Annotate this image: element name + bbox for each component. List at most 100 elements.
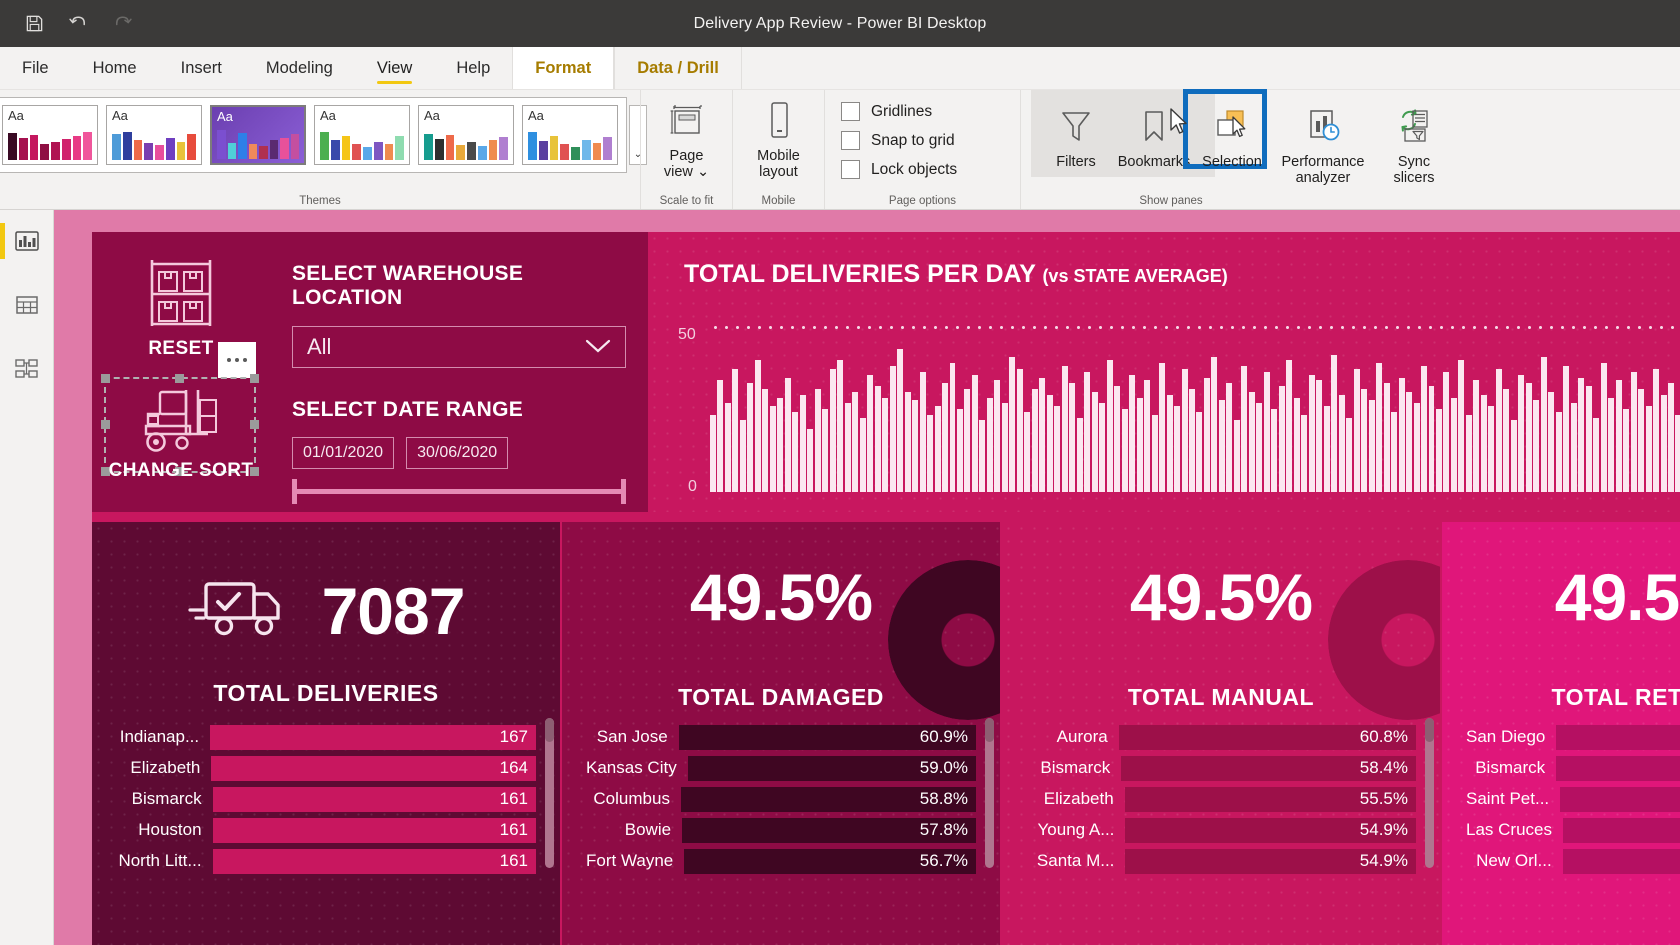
- tab-file[interactable]: File: [0, 47, 71, 89]
- bar-list-row[interactable]: Las Cruces: [1466, 815, 1680, 845]
- performance-analyzer-button[interactable]: Performance analyzer: [1271, 96, 1375, 186]
- chart-bar: [1353, 368, 1360, 492]
- page-view-button[interactable]: Page view ⌄: [648, 90, 726, 180]
- chart-bar: [1503, 388, 1510, 492]
- bar-list-row[interactable]: Indianap... 167: [116, 722, 536, 752]
- bar-row-bar: [1562, 817, 1680, 843]
- theme-card[interactable]: Aa: [106, 105, 202, 165]
- bar-list-row[interactable]: Bowie 57.8%: [586, 815, 976, 845]
- scrollbar-thumb[interactable]: [985, 718, 994, 742]
- deliveries-per-day-chart[interactable]: TOTAL DELIVERIES PER DAY (vs STATE AVERA…: [648, 232, 1680, 512]
- total-deliveries-card[interactable]: 7087 TOTAL DELIVERIES Indianap... 167 Elizab…: [92, 522, 560, 945]
- ribbon-group-show-panes: Filters Bookmarks Selection Performance …: [1020, 89, 1435, 209]
- gridlines-checkbox[interactable]: [841, 102, 860, 121]
- chart-bar: [1645, 406, 1652, 492]
- selection-label: Selection: [1202, 154, 1262, 170]
- gridlines-checkbox-row[interactable]: Gridlines: [841, 102, 957, 121]
- bookmarks-pane-button[interactable]: Bookmarks: [1115, 89, 1267, 170]
- bar-list-scrollbar[interactable]: [1425, 718, 1434, 868]
- change-sort-button[interactable]: CHANGE SORT: [106, 382, 256, 482]
- date-range-inputs: 01/01/2020 30/06/2020: [292, 437, 626, 469]
- chart-bar: [1203, 377, 1210, 492]
- scrollbar-thumb[interactable]: [545, 718, 554, 742]
- report-view-icon[interactable]: [0, 220, 49, 262]
- kpi-bar-list[interactable]: Indianap... 167 Elizabeth 164 Bismarck 161 Hou…: [92, 722, 560, 877]
- date-end-input[interactable]: 30/06/2020: [406, 437, 509, 469]
- bar-list-scrollbar[interactable]: [545, 718, 554, 868]
- lock-objects-checkbox[interactable]: [841, 160, 860, 179]
- total-returned-card[interactable]: 49.5 TOTAL RET San Diego Bismarck Saint Pet.…: [1442, 522, 1680, 945]
- bar-list-row[interactable]: Bismarck 161: [116, 784, 536, 814]
- bar-list-row[interactable]: Kansas City 59.0%: [586, 753, 976, 783]
- chevron-down-icon[interactable]: ⌄: [697, 164, 709, 180]
- bar-list-scrollbar[interactable]: [985, 718, 994, 868]
- chart-bar: [1099, 403, 1106, 492]
- kpi-bar-list[interactable]: Aurora 60.8% Bismarck 58.4% Elizabeth 55.5% Yo…: [1002, 722, 1440, 877]
- mobile-layout-button[interactable]: Mobile layout: [740, 90, 818, 180]
- theme-card[interactable]: Aa: [2, 105, 98, 165]
- model-view-icon[interactable]: [5, 348, 49, 390]
- theme-card-selected[interactable]: Aa: [210, 105, 306, 165]
- total-damaged-card[interactable]: 49.5% TOTAL DAMAGED San Jose 60.9% Kansas Ci…: [562, 522, 1000, 945]
- total-manual-card[interactable]: 49.5% TOTAL MANUAL Aurora 60.8% Bismarck 58.4…: [1002, 522, 1440, 945]
- bar-list-row[interactable]: Bismarck: [1466, 753, 1680, 783]
- data-view-icon[interactable]: [5, 284, 49, 326]
- tab-insert[interactable]: Insert: [159, 47, 244, 89]
- snap-to-grid-checkbox[interactable]: [841, 131, 860, 150]
- bar-list-row[interactable]: Fort Wayne 56.7%: [586, 846, 976, 876]
- lock-objects-checkbox-row[interactable]: Lock objects: [841, 160, 957, 179]
- slider-handle-left[interactable]: [292, 479, 297, 504]
- bar-list-row[interactable]: San Diego: [1466, 722, 1680, 752]
- save-icon[interactable]: [22, 12, 46, 36]
- bar-list-row[interactable]: Columbus 58.8%: [586, 784, 976, 814]
- slider-handle-right[interactable]: [621, 479, 626, 504]
- kpi-bar-list[interactable]: San Diego Bismarck Saint Pet... Las Cruces N…: [1442, 722, 1680, 877]
- bar-list-row[interactable]: Elizabeth 55.5%: [1026, 784, 1416, 814]
- snap-to-grid-checkbox-row[interactable]: Snap to grid: [841, 131, 957, 150]
- tab-format[interactable]: Format: [512, 47, 615, 89]
- warehouse-dropdown[interactable]: All: [292, 326, 626, 368]
- chevron-down-icon[interactable]: [585, 334, 611, 360]
- undo-icon[interactable]: [66, 12, 90, 36]
- sync-slicers-button[interactable]: Sync slicers: [1375, 96, 1453, 186]
- visual-more-options-button[interactable]: [218, 342, 256, 378]
- kpi-bar-list[interactable]: San Jose 60.9% Kansas City 59.0% Columbus 58.…: [562, 722, 1000, 877]
- tab-view[interactable]: View: [355, 47, 434, 89]
- scrollbar-thumb[interactable]: [1425, 718, 1434, 742]
- bar-list-row[interactable]: Houston 161: [116, 815, 536, 845]
- bar-list-row[interactable]: Young A... 54.9%: [1026, 815, 1416, 845]
- bar-list-row[interactable]: Santa M... 54.9%: [1026, 846, 1416, 876]
- selection-pane-button[interactable]: Selection: [1193, 96, 1271, 170]
- filters-pane-button[interactable]: Filters: [1037, 96, 1115, 170]
- bar-list-row[interactable]: Aurora 60.8%: [1026, 722, 1416, 752]
- themes-gallery[interactable]: Aa Aa Aa Aa Aa Aa: [0, 97, 627, 173]
- bar-list-row[interactable]: Saint Pet...: [1466, 784, 1680, 814]
- tab-modeling[interactable]: Modeling: [244, 47, 355, 89]
- date-range-slider[interactable]: [292, 479, 626, 504]
- tab-home[interactable]: Home: [71, 47, 159, 89]
- chart-bars: [710, 326, 1680, 492]
- bar-list-row[interactable]: Bismarck 58.4%: [1026, 753, 1416, 783]
- bar-list-row[interactable]: North Litt... 161: [116, 846, 536, 876]
- chart-bar: [927, 414, 934, 492]
- bar-row-label: Saint Pet...: [1466, 789, 1550, 808]
- chart-bar: [837, 360, 844, 492]
- report-canvas[interactable]: RESET CHANGE SORT SELECT WAREHOUSE LOCAT…: [54, 210, 1680, 945]
- redo-icon[interactable]: [110, 12, 134, 36]
- bar-list-row[interactable]: San Jose 60.9%: [586, 722, 976, 752]
- chart-bar: [799, 394, 806, 492]
- theme-card[interactable]: Aa: [522, 105, 618, 165]
- theme-card[interactable]: Aa: [418, 105, 514, 165]
- bar-list-row[interactable]: Elizabeth 164: [116, 753, 536, 783]
- chart-bar: [1181, 368, 1188, 492]
- chart-bar: [822, 409, 829, 492]
- bar-list-row[interactable]: New Orl...: [1466, 846, 1680, 876]
- bar-row-bar: 60.8%: [1118, 724, 1416, 750]
- tab-help[interactable]: Help: [434, 47, 512, 89]
- theme-card[interactable]: Aa: [314, 105, 410, 165]
- tab-data-drill[interactable]: Data / Drill: [614, 47, 742, 89]
- kpi-value: 7087: [321, 573, 466, 648]
- date-start-input[interactable]: 01/01/2020: [292, 437, 395, 469]
- date-slicer-label: SELECT DATE RANGE: [292, 398, 524, 421]
- chart-bar: [1301, 414, 1308, 492]
